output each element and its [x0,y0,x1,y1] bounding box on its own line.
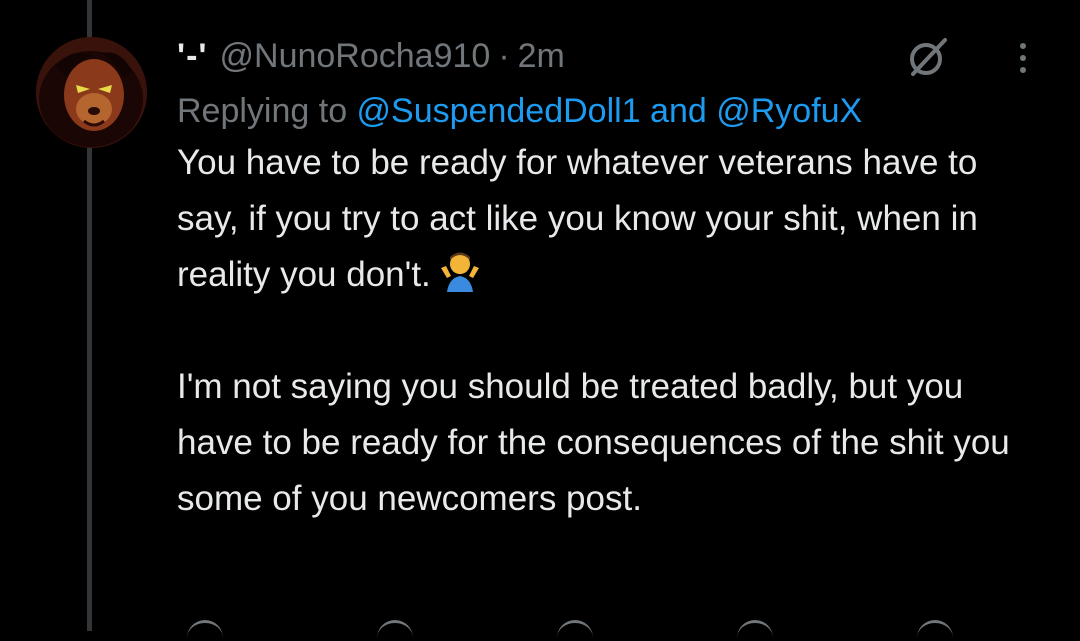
user-handle[interactable]: @NunoRocha910 [220,37,491,76]
display-name[interactable]: '-' [177,37,208,76]
tweet-paragraph: You have to be ready for whatever vetera… [177,143,988,294]
person-shrugging-emoji [440,252,479,292]
tweet-paragraph: I'm not saying you should be treated bad… [177,367,1020,518]
timestamp[interactable]: 2m [518,37,565,76]
more-options-icon[interactable] [1013,38,1033,78]
tweet[interactable]: '-' @NunoRocha910 · 2m Replying to @Susp… [177,30,1057,527]
avatar[interactable] [36,37,147,148]
replying-to: Replying to @SuspendedDoll1 and @RyofuX [177,92,1057,131]
header-separator: · [498,36,510,75]
replying-to-label: Replying to [177,92,357,130]
avatar-lion-image [36,37,147,148]
reply-conjunction: and [640,92,717,130]
tweet-text: You have to be ready for whatever vetera… [177,135,1037,527]
mention-link[interactable]: @RyofuX [716,92,862,130]
grok-icon[interactable] [905,34,951,80]
mention-link[interactable]: @SuspendedDoll1 [357,92,641,130]
action-bar [177,620,1057,640]
